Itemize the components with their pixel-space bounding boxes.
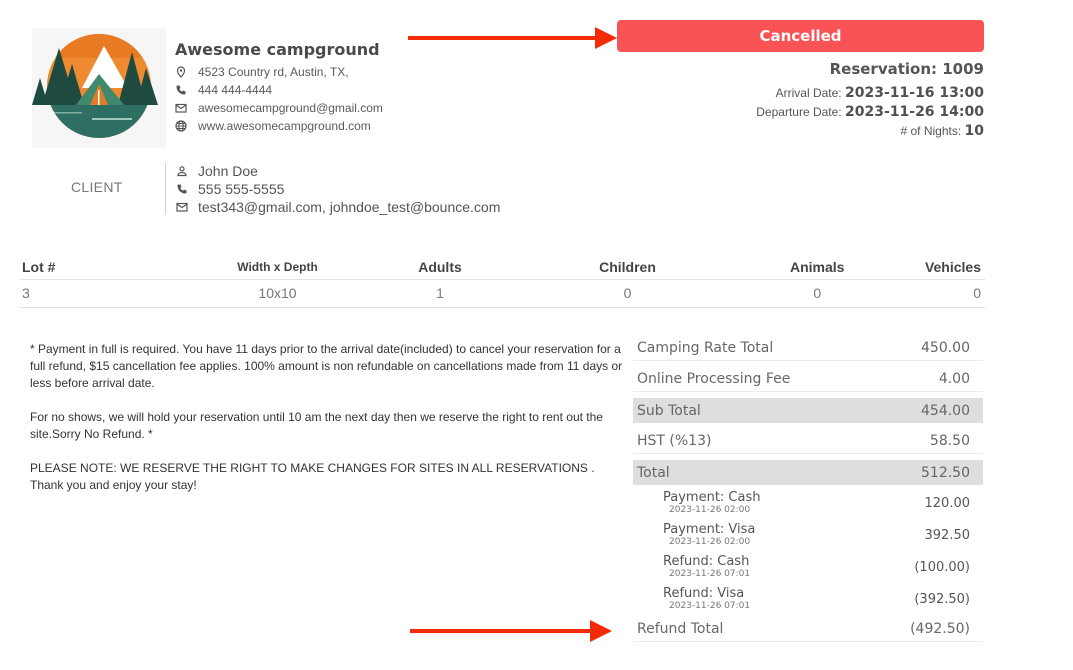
departure-date-label: Departure Date: bbox=[756, 105, 842, 119]
phone-icon bbox=[175, 84, 187, 96]
campground-website[interactable]: www.awesomecampground.com bbox=[198, 119, 371, 133]
summary-row-camping-rate: Camping Rate Total 450.00 bbox=[633, 336, 983, 361]
client-name: John Doe bbox=[198, 163, 258, 179]
transaction-date: 2023-11-26 07:01 bbox=[669, 568, 751, 579]
policy-paragraph-no-shows: For no shows, we will hold your reservat… bbox=[30, 410, 603, 441]
transaction-label: Refund: Visa bbox=[663, 585, 745, 601]
email-icon bbox=[175, 102, 187, 114]
arrival-date-line: Arrival Date: 2023-11-16 13:00 bbox=[756, 84, 984, 103]
client-section-label: CLIENT bbox=[71, 179, 123, 195]
summary-label: Online Processing Fee bbox=[637, 371, 791, 387]
summary-label: Total bbox=[637, 464, 670, 481]
summary-label: HST (%13) bbox=[637, 433, 712, 449]
client-name-line: John Doe bbox=[176, 162, 500, 180]
tent-logo-icon bbox=[32, 34, 158, 138]
cell-vehicles: 0 bbox=[844, 279, 985, 308]
nights-line: # of Nights: 10 bbox=[756, 122, 984, 141]
transaction-amount: (100.00) bbox=[914, 559, 970, 575]
transaction-amount: 392.50 bbox=[924, 527, 971, 543]
client-email-line: test343@gmail.com, johndoe_test@bounce.c… bbox=[176, 198, 500, 216]
email-icon bbox=[176, 201, 188, 213]
campground-website-line: www.awesomecampground.com bbox=[175, 117, 383, 135]
client-phone: 555 555-5555 bbox=[198, 181, 285, 197]
policy-text: * Payment in full is required. You have … bbox=[30, 341, 630, 494]
summary-label: Camping Rate Total bbox=[637, 340, 774, 356]
transaction-date: 2023-11-26 02:00 bbox=[669, 504, 751, 515]
departure-date-value: 2023-11-26 14:00 bbox=[845, 104, 984, 120]
transaction-date: 2023-11-26 02:00 bbox=[669, 536, 751, 547]
campground-logo bbox=[32, 28, 166, 148]
transaction-label: Payment: Cash bbox=[663, 489, 761, 505]
transaction-amount: (392.50) bbox=[914, 591, 970, 607]
reservation-details: Reservation: 1009 Arrival Date: 2023-11-… bbox=[756, 60, 984, 141]
campground-name: Awesome campground bbox=[175, 40, 380, 59]
client-phone-line: 555 555-5555 bbox=[176, 180, 500, 198]
transaction-label: Payment: Visa bbox=[663, 521, 756, 537]
summary-label: Sub Total bbox=[637, 402, 701, 419]
status-badge: Cancelled bbox=[617, 20, 984, 52]
globe-icon bbox=[175, 120, 187, 132]
policy-paragraph-note: PLEASE NOTE: WE RESERVE THE RIGHT TO MAK… bbox=[30, 460, 630, 494]
header-width-depth: Width x Depth bbox=[140, 255, 415, 280]
cell-animals: 0 bbox=[790, 279, 845, 308]
campground-email[interactable]: awesomecampground@gmail.com bbox=[198, 101, 383, 115]
campground-address: 4523 Country rd, Austin, TX, bbox=[198, 65, 349, 79]
header-animals: Animals bbox=[790, 255, 845, 280]
campground-info: Awesome campground 4523 Country rd, Aust… bbox=[175, 40, 383, 135]
policy-paragraph-cancellation: * Payment in full is required. You have … bbox=[30, 342, 623, 390]
header-children: Children bbox=[465, 255, 790, 280]
campground-phone: 444 444-4444 bbox=[198, 83, 273, 97]
cell-lot: 3 bbox=[20, 279, 140, 308]
transaction-row: Payment: Visa 2023-11-26 02:00 392.50 bbox=[633, 519, 983, 551]
summary-row-subtotal: Sub Total 454.00 bbox=[633, 398, 983, 423]
transaction-row: Refund: Visa 2023-11-26 07:01 (392.50) bbox=[633, 583, 983, 615]
summary-row-total: Total 512.50 bbox=[633, 460, 983, 485]
summary-value: 450.00 bbox=[921, 340, 970, 356]
arrival-date-label: Arrival Date: bbox=[775, 86, 842, 100]
annotation-arrow-status bbox=[408, 27, 617, 49]
summary-row-hst: HST (%13) 58.50 bbox=[633, 429, 983, 454]
campground-email-line: awesomecampground@gmail.com bbox=[175, 99, 383, 117]
cell-children: 0 bbox=[465, 279, 790, 308]
person-icon bbox=[176, 165, 188, 177]
nights-value: 10 bbox=[964, 123, 984, 139]
transaction-label: Refund: Cash bbox=[663, 553, 750, 569]
lot-table-header: Lot # Width x Depth Adults Children Anim… bbox=[20, 255, 985, 280]
transaction-date: 2023-11-26 07:01 bbox=[669, 600, 751, 611]
campground-phone-line: 444 444-4444 bbox=[175, 81, 383, 99]
phone-icon bbox=[176, 183, 188, 195]
payment-summary: Camping Rate Total 450.00 Online Process… bbox=[633, 336, 983, 642]
cell-adults: 1 bbox=[415, 279, 465, 308]
header-adults: Adults bbox=[415, 255, 465, 280]
summary-value: 512.50 bbox=[921, 464, 970, 481]
location-pin-icon bbox=[175, 66, 187, 78]
refund-total-value: (492.50) bbox=[910, 620, 970, 637]
cell-width-depth: 10x10 bbox=[140, 279, 415, 308]
table-row: 3 10x10 1 0 0 0 bbox=[20, 279, 985, 308]
annotation-arrow-refund-total bbox=[410, 620, 612, 642]
reservation-number: Reservation: 1009 bbox=[829, 60, 984, 78]
header-vehicles: Vehicles bbox=[844, 255, 985, 280]
summary-value: 58.50 bbox=[929, 433, 970, 449]
transaction-row: Refund: Cash 2023-11-26 07:01 (100.00) bbox=[633, 551, 983, 583]
departure-date-line: Departure Date: 2023-11-26 14:00 bbox=[756, 103, 984, 122]
policy-note-line: PLEASE NOTE: WE RESERVE THE RIGHT TO MAK… bbox=[30, 461, 595, 475]
campground-address-line: 4523 Country rd, Austin, TX, bbox=[175, 63, 383, 81]
lot-table: Lot # Width x Depth Adults Children Anim… bbox=[20, 255, 985, 308]
refund-total-row: Refund Total (492.50) bbox=[633, 616, 983, 642]
transaction-row: Payment: Cash 2023-11-26 02:00 120.00 bbox=[633, 487, 983, 519]
refund-total-label: Refund Total bbox=[637, 620, 724, 637]
client-info: John Doe 555 555-5555 test343@gmail.com,… bbox=[176, 162, 500, 216]
transaction-amount: 120.00 bbox=[924, 495, 971, 511]
client-divider bbox=[165, 163, 166, 215]
policy-thanks-line: Thank you and enjoy your stay! bbox=[30, 478, 197, 492]
summary-value: 454.00 bbox=[921, 402, 970, 419]
nights-label: # of Nights: bbox=[900, 124, 962, 138]
arrival-date-value: 2023-11-16 13:00 bbox=[845, 85, 984, 101]
summary-row-processing-fee: Online Processing Fee 4.00 bbox=[633, 367, 983, 392]
summary-value: 4.00 bbox=[938, 371, 970, 387]
client-emails[interactable]: test343@gmail.com, johndoe_test@bounce.c… bbox=[198, 199, 500, 215]
header-lot: Lot # bbox=[20, 255, 140, 280]
